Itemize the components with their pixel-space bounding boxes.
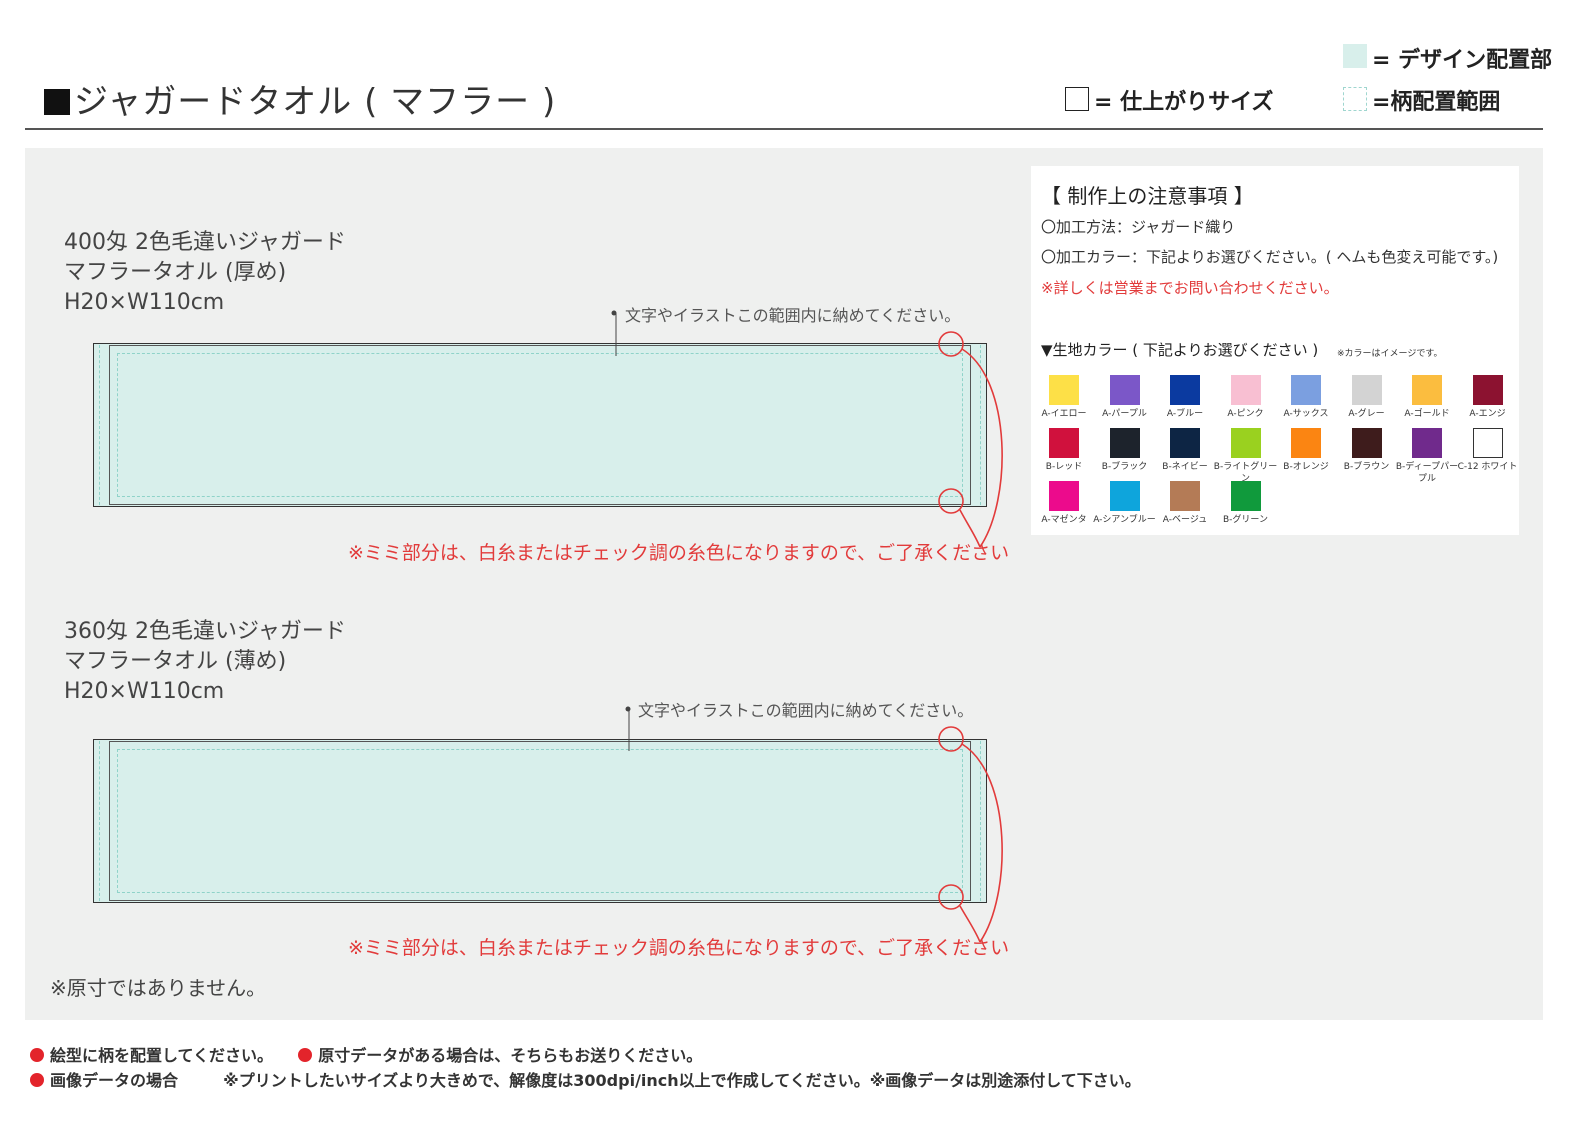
production-notes-box: 【 制作上の注意事項 】 〇加工方法：ジャガード織り 〇加工カラー：下記よりお選… — [1031, 166, 1519, 535]
mimi-curve-top — [961, 743, 1003, 943]
color-swatch-label: B-レッド — [1045, 462, 1083, 472]
color-swatch[interactable] — [1170, 481, 1200, 511]
color-swatch-label: B-グリーン — [1223, 515, 1268, 525]
color-swatch[interactable] — [1412, 375, 1442, 405]
footer-line-2: 画像データの場合 ※プリントしたいサイズより大きめで、解像度は300dpi/in… — [30, 1067, 1141, 1091]
color-swatch-label: A-サックス — [1283, 409, 1329, 419]
contact-note: ※詳しくは営業までお問い合わせください。 — [1041, 279, 1339, 297]
color-swatch[interactable] — [1049, 481, 1079, 511]
color-swatch[interactable] — [1472, 375, 1503, 405]
color-swatch[interactable] — [1351, 428, 1382, 458]
color-swatch-label: A-ゴールド — [1404, 409, 1450, 419]
mimi-circle-bottom — [938, 488, 964, 514]
color-swatch[interactable] — [1412, 428, 1442, 458]
color-swatch[interactable] — [1109, 375, 1140, 405]
color-swatch-label: A-ブルー — [1166, 409, 1204, 419]
image-note: ※カラーはイメージです。 — [1337, 349, 1443, 359]
mimi-circle-bottom — [938, 884, 964, 910]
method-line: 〇加工方法：ジャガード織り — [1041, 218, 1236, 236]
color-swatch[interactable] — [1351, 375, 1382, 405]
color-swatch-label: A-イエロー — [1041, 409, 1087, 419]
red-dot-icon — [30, 1048, 44, 1062]
color-swatch-label: A-ピンク — [1227, 409, 1264, 419]
footer-text: 画像データの場合 — [50, 1071, 179, 1090]
fabric-color-title: ▼生地カラー ( 下記よりお選びください ) — [1041, 341, 1319, 359]
color-swatch[interactable] — [1230, 428, 1261, 458]
red-dot-icon — [298, 1048, 313, 1062]
callout-thick — [611, 310, 1003, 548]
color-swatch-label: C-12 ホワイト — [1457, 462, 1518, 472]
color-line: 〇加工カラー：下記よりお選びください。( ヘムも色変え可能です。) — [1041, 248, 1499, 266]
color-swatch-label: B-ディープパープル — [1395, 462, 1459, 484]
color-swatch[interactable] — [1230, 481, 1261, 511]
color-swatch[interactable] — [1170, 375, 1200, 405]
color-swatch-label: A-グレー — [1348, 409, 1385, 419]
color-swatch[interactable] — [1109, 428, 1140, 458]
footer-line-1: 絵型に柄を配置してください。 原寸データがある場合は、そちらもお送りください。 — [30, 1042, 702, 1066]
footer-text: 原寸データがある場合は、そちらもお送りください。 — [318, 1046, 703, 1065]
color-swatch-label: B-ネイビー — [1162, 462, 1208, 472]
color-swatch-label: B-オレンジ — [1283, 462, 1329, 472]
color-swatch[interactable] — [1472, 428, 1503, 458]
footer-text: ※プリントしたいサイズより大きめで、解像度は300dpi/inch以上で作成して… — [223, 1071, 1141, 1090]
mimi-curve-bottom — [959, 509, 981, 548]
callout-thin — [625, 706, 1003, 943]
color-swatch-label: A-エンジ — [1469, 409, 1506, 419]
color-swatch[interactable] — [1291, 428, 1321, 458]
color-swatch[interactable] — [1230, 375, 1261, 405]
color-swatch[interactable] — [1109, 481, 1140, 511]
color-swatch-label: A-パープル — [1102, 409, 1147, 419]
mimi-circle-top — [938, 726, 964, 752]
mimi-curve-bottom — [959, 905, 981, 943]
color-swatch-label: A-シアンブルー — [1093, 515, 1156, 525]
color-swatch[interactable] — [1170, 428, 1200, 458]
footer-text: 絵型に柄を配置してください。 — [50, 1046, 274, 1065]
color-swatch-label: B-ブラウン — [1343, 462, 1390, 472]
color-swatch-label: A-マゼンタ — [1041, 515, 1087, 525]
color-swatch[interactable] — [1049, 428, 1079, 458]
red-dot-icon — [30, 1073, 44, 1087]
leader-dot — [625, 706, 631, 712]
color-swatch[interactable] — [1291, 375, 1321, 405]
color-swatch-label: A-ベージュ — [1162, 515, 1208, 525]
notes-title: 【 制作上の注意事項 】 — [1041, 184, 1254, 208]
mimi-circle-top — [938, 331, 964, 357]
color-swatch-label: B-ブラック — [1101, 462, 1148, 472]
color-swatch[interactable] — [1049, 375, 1079, 405]
mimi-curve-top — [961, 348, 1003, 548]
